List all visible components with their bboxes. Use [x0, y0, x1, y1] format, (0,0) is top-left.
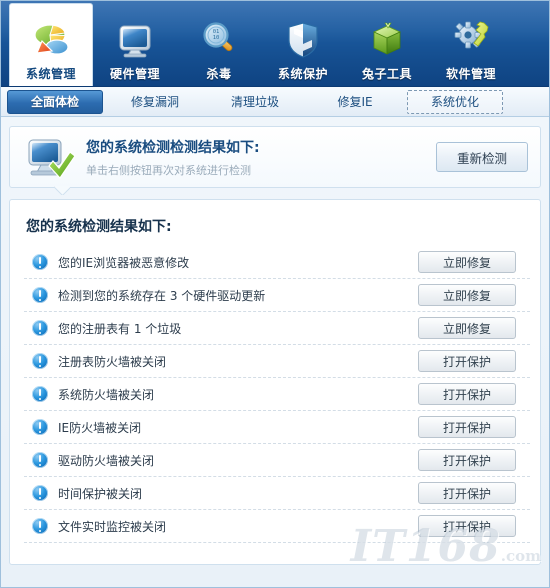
warning-icon	[32, 287, 48, 303]
table-row[interactable]: 注册表防火墙被关闭 打开保护	[24, 345, 530, 378]
fix-now-button[interactable]: 立即修复	[418, 317, 516, 339]
enable-protection-button[interactable]: 打开保护	[418, 515, 516, 537]
banner-pointer-tail	[54, 186, 70, 195]
table-row[interactable]: 时间保护被关闭 打开保护	[24, 477, 530, 510]
warning-icon	[32, 353, 48, 369]
warning-icon	[32, 386, 48, 402]
result-text: 时间保护被关闭	[58, 486, 143, 501]
result-text: IE防火墙被关闭	[58, 420, 142, 435]
result-text: 您的注册表有 1 个垃圾	[58, 321, 182, 336]
result-text: 检测到您的系统存在 3 个硬件驱动更新	[58, 288, 266, 303]
result-text: 您的IE浏览器被恶意修改	[58, 255, 190, 270]
rescan-button[interactable]: 重新检测	[436, 142, 528, 172]
warning-icon	[32, 254, 48, 270]
status-banner-wrapper: 您的系统检测检测结果如下: 单击右侧按钮再次对系统进行检测 重新检测	[9, 126, 541, 188]
svg-text:10: 10	[213, 35, 220, 41]
toolbar-item-label: 系统管理	[25, 67, 76, 81]
tab-label: 清理垃圾	[230, 95, 279, 109]
monitor-check-icon	[24, 134, 76, 180]
enable-protection-button[interactable]: 打开保护	[418, 416, 516, 438]
magnifier-icon: 01 10	[197, 18, 241, 62]
table-row[interactable]: 您的IE浏览器被恶意修改 立即修复	[24, 246, 530, 279]
enable-protection-button[interactable]: 打开保护	[418, 350, 516, 372]
enable-protection-button[interactable]: 打开保护	[418, 383, 516, 405]
warning-icon	[32, 419, 48, 435]
table-row[interactable]: 系统防火墙被关闭 打开保护	[24, 378, 530, 411]
toolbar-item-label: 杀毒	[206, 67, 232, 81]
toolbar-item-hardware-manage[interactable]: 硬件管理	[93, 7, 177, 86]
toolbar-item-rabbit-tools[interactable]: 兔子工具	[345, 7, 429, 86]
table-row[interactable]: 检测到您的系统存在 3 个硬件驱动更新 立即修复	[24, 279, 530, 312]
status-banner-subtitle: 单击右侧按钮再次对系统进行检测	[86, 163, 251, 177]
fix-now-button[interactable]: 立即修复	[418, 284, 516, 306]
tab-full-checkup[interactable]: 全面体检	[7, 89, 103, 114]
toolbar-item-label: 硬件管理	[109, 67, 160, 81]
toolbar-item-label: 软件管理	[445, 67, 496, 81]
gear-wrench-icon	[449, 18, 493, 62]
tab-fix-vulnerabilities[interactable]: 修复漏洞	[107, 90, 203, 114]
main-toolbar: 系统管理 硬件管理 01 10 杀毒 系统保护 兔子工具 软件管理	[1, 1, 549, 87]
results-panel: 您的系统检测结果如下: 您的IE浏览器被恶意修改 立即修复 检测到您的系统存在 …	[9, 199, 541, 565]
enable-protection-button[interactable]: 打开保护	[418, 449, 516, 471]
warning-icon	[32, 518, 48, 534]
toolbar-item-list: 系统管理 硬件管理 01 10 杀毒 系统保护 兔子工具 软件管理	[1, 1, 549, 86]
enable-protection-button[interactable]: 打开保护	[418, 482, 516, 504]
application-window: 系统管理 硬件管理 01 10 杀毒 系统保护 兔子工具 软件管理 全面体检 修…	[0, 0, 550, 588]
tab-repair-ie[interactable]: 修复IE	[307, 90, 403, 114]
results-title: 您的系统检测结果如下:	[26, 219, 172, 235]
result-text: 文件实时监控被关闭	[58, 519, 167, 534]
warning-icon	[32, 452, 48, 468]
tab-label: 修复IE	[337, 95, 373, 109]
result-text: 驱动防火墙被关闭	[58, 453, 155, 468]
table-row[interactable]: IE防火墙被关闭 打开保护	[24, 411, 530, 444]
result-text: 系统防火墙被关闭	[58, 387, 155, 402]
shield-icon	[281, 18, 325, 62]
tab-label: 系统优化	[430, 95, 479, 109]
tab-system-optimize[interactable]: 系统优化	[407, 89, 503, 114]
table-row[interactable]: 文件实时监控被关闭 打开保护	[24, 510, 530, 543]
green-box-icon	[365, 18, 409, 62]
status-banner-text: 您的系统检测检测结果如下: 单击右侧按钮再次对系统进行检测	[76, 137, 436, 178]
table-row[interactable]: 您的注册表有 1 个垃圾 立即修复	[24, 312, 530, 345]
toolbar-item-label: 系统保护	[277, 67, 328, 81]
pie-chart-icon	[29, 18, 73, 62]
status-banner-title: 您的系统检测检测结果如下:	[86, 139, 260, 156]
toolbar-item-software-manage[interactable]: 软件管理	[429, 7, 513, 86]
toolbar-item-system-protect[interactable]: 系统保护	[261, 7, 345, 86]
monitor-icon	[113, 18, 157, 62]
tab-label: 全面体检	[30, 95, 79, 109]
table-row[interactable]: 驱动防火墙被关闭 打开保护	[24, 444, 530, 477]
status-banner: 您的系统检测检测结果如下: 单击右侧按钮再次对系统进行检测 重新检测	[9, 126, 541, 188]
fix-now-button[interactable]: 立即修复	[418, 251, 516, 273]
toolbar-item-antivirus[interactable]: 01 10 杀毒	[177, 7, 261, 86]
tab-clean-junk[interactable]: 清理垃圾	[207, 90, 303, 114]
result-text: 注册表防火墙被关闭	[58, 354, 167, 369]
toolbar-item-label: 兔子工具	[361, 67, 412, 81]
toolbar-item-system-manage[interactable]: 系统管理	[9, 3, 93, 86]
sub-tab-bar: 全面体检 修复漏洞 清理垃圾 修复IE 系统优化	[1, 87, 549, 117]
warning-icon	[32, 485, 48, 501]
tab-label: 修复漏洞	[130, 95, 179, 109]
warning-icon	[32, 320, 48, 336]
